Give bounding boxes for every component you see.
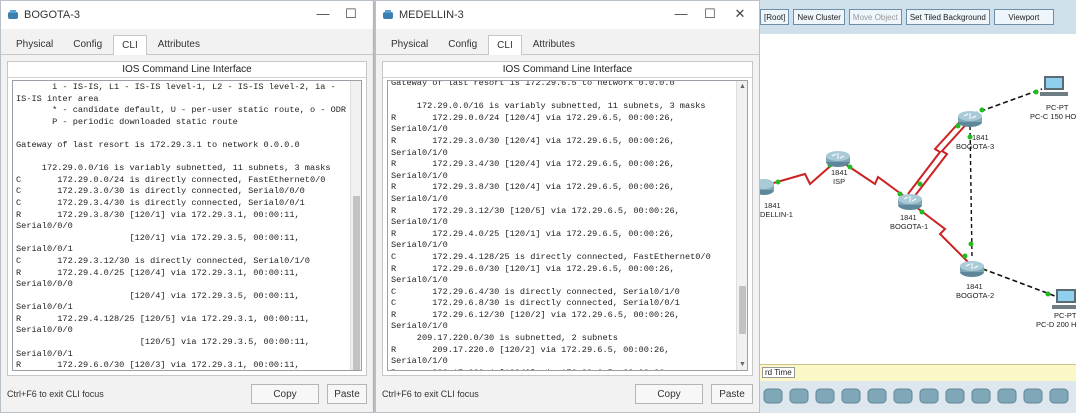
device-type-icon[interactable] <box>815 388 835 404</box>
bogota3-window: BOGOTA-3 — ☐ Physical Config CLI Attribu… <box>0 0 374 413</box>
realtime-label[interactable]: rd Time <box>762 367 795 378</box>
tab-bar: Physical Config CLI Attributes <box>1 29 373 55</box>
topology-diagram: 1841 ISP 1841 BOGOTA-1 1841 BOGOTA-3 184… <box>760 76 1076 329</box>
maximize-button[interactable]: ☐ <box>700 6 720 22</box>
scroll-thumb[interactable] <box>353 196 360 370</box>
topology-canvas[interactable]: 1841 ISP 1841 BOGOTA-1 1841 BOGOTA-3 184… <box>760 34 1076 364</box>
new-cluster-button[interactable]: New Cluster <box>793 9 845 25</box>
bottom-bar: Ctrl+F6 to exit CLI focus Copy Paste <box>1 376 373 412</box>
app-icon <box>8 10 18 19</box>
cli-output: Gateway of last resort is 172.29.6.5 to … <box>391 80 711 370</box>
pc150-name-label: PC-C 150 HO <box>1030 112 1076 121</box>
medellin1-name-label: DELLIN-1 <box>760 210 793 219</box>
paste-button[interactable]: Paste <box>327 384 367 404</box>
tab-bar: Physical Config CLI Attributes <box>376 29 759 55</box>
tab-cli[interactable]: CLI <box>113 35 147 55</box>
device-type-icon[interactable] <box>919 388 939 404</box>
maximize-button[interactable]: ☐ <box>341 6 361 22</box>
cli-console[interactable]: i - IS-IS, L1 - IS-IS level-1, L2 - IS-I… <box>12 80 362 371</box>
bogota1-name-label: BOGOTA-1 <box>890 222 928 231</box>
device-type-icon[interactable] <box>997 388 1017 404</box>
cli-output: i - IS-IS, L1 - IS-IS level-1, L2 - IS-I… <box>16 82 347 371</box>
tab-physical[interactable]: Physical <box>382 34 437 54</box>
tab-attributes[interactable]: Attributes <box>149 34 209 54</box>
tab-config[interactable]: Config <box>64 34 111 54</box>
cli-focus-hint: Ctrl+F6 to exit CLI focus <box>7 389 104 399</box>
router-icon[interactable] <box>958 111 982 127</box>
title-bar: MEDELLIN-3 — ☐ ✕ <box>376 1 759 29</box>
bogota3-name-label: BOGOTA-3 <box>956 142 994 151</box>
cli-panel: IOS Command Line Interface Gateway of la… <box>382 61 753 376</box>
router-icon[interactable] <box>960 261 984 277</box>
device-type-icon[interactable] <box>945 388 965 404</box>
tab-cli[interactable]: CLI <box>488 35 522 55</box>
router-icon[interactable] <box>898 194 922 210</box>
cli-console[interactable]: Gateway of last resort is 172.29.6.5 to … <box>387 80 748 371</box>
pc150-model-label: PC-PT <box>1046 103 1069 112</box>
bogota2-model-label: 1841 <box>966 282 983 291</box>
device-type-icon[interactable] <box>867 388 887 404</box>
tab-attributes[interactable]: Attributes <box>524 34 584 54</box>
copy-button[interactable]: Copy <box>635 384 703 404</box>
isp-name-label: ISP <box>833 177 845 186</box>
bottom-strip: rd Time <box>760 364 1076 413</box>
device-tray <box>763 388 1069 404</box>
medellin1-model-label: 1841 <box>764 201 781 210</box>
tab-physical[interactable]: Physical <box>7 34 62 54</box>
cli-scrollbar[interactable]: ▲ ▼ <box>736 81 747 370</box>
title-bar: BOGOTA-3 — ☐ <box>1 1 373 29</box>
scroll-down-icon[interactable]: ▼ <box>737 361 747 368</box>
isp-model-label: 1841 <box>831 168 848 177</box>
device-type-icon[interactable] <box>893 388 913 404</box>
scroll-thumb[interactable] <box>739 286 746 334</box>
close-button[interactable]: ✕ <box>730 6 750 22</box>
pc200-model-label: PC-PT <box>1054 311 1076 320</box>
app-icon <box>383 10 393 19</box>
device-type-icon[interactable] <box>841 388 861 404</box>
cli-focus-hint: Ctrl+F6 to exit CLI focus <box>382 389 479 399</box>
device-type-icon[interactable] <box>763 388 783 404</box>
cli-scrollbar[interactable] <box>350 81 361 370</box>
workspace-toolbar: [Root] New Cluster Move Object Set Tiled… <box>760 0 1076 34</box>
panel-title: IOS Command Line Interface <box>8 62 366 78</box>
device-type-icon[interactable] <box>1049 388 1069 404</box>
pc-icon[interactable] <box>1052 289 1076 309</box>
bogota2-name-label: BOGOTA-2 <box>956 291 994 300</box>
router-icon[interactable] <box>760 179 774 195</box>
panel-title: IOS Command Line Interface <box>383 62 752 78</box>
viewport-button[interactable]: Viewport <box>993 9 1054 25</box>
paste-button[interactable]: Paste <box>711 384 753 404</box>
window-title: MEDELLIN-3 <box>399 9 464 21</box>
set-tiled-background-button[interactable]: Set Tiled Background <box>905 9 990 25</box>
link-status-dots <box>775 89 1051 297</box>
medellin3-window: MEDELLIN-3 — ☐ ✕ Physical Config CLI Att… <box>375 0 760 413</box>
root-button[interactable]: [Root] <box>760 9 790 25</box>
link-bogota1-bogota3-b[interactable] <box>913 118 972 198</box>
minimize-button[interactable]: — <box>671 6 691 21</box>
bogota3-model-label: 1841 <box>972 133 989 142</box>
window-title: BOGOTA-3 <box>24 9 81 21</box>
copy-button[interactable]: Copy <box>251 384 319 404</box>
pc200-name-label: PC-D 200 H <box>1036 320 1076 329</box>
bottom-bar: Ctrl+F6 to exit CLI focus Copy Paste <box>376 376 759 412</box>
device-type-icon[interactable] <box>971 388 991 404</box>
scroll-up-icon[interactable]: ▲ <box>737 83 747 90</box>
bogota1-model-label: 1841 <box>900 213 917 222</box>
device-type-icon[interactable] <box>1023 388 1043 404</box>
topology-workspace: [Root] New Cluster Move Object Set Tiled… <box>760 0 1076 413</box>
move-object-button[interactable]: Move Object <box>848 9 902 25</box>
cli-panel: IOS Command Line Interface i - IS-IS, L1… <box>7 61 367 376</box>
router-icon[interactable] <box>826 151 850 167</box>
realtime-bar: rd Time <box>760 364 1076 381</box>
minimize-button[interactable]: — <box>313 6 333 21</box>
tab-config[interactable]: Config <box>439 34 486 54</box>
device-type-icon[interactable] <box>789 388 809 404</box>
pc-icon[interactable] <box>1040 76 1068 96</box>
